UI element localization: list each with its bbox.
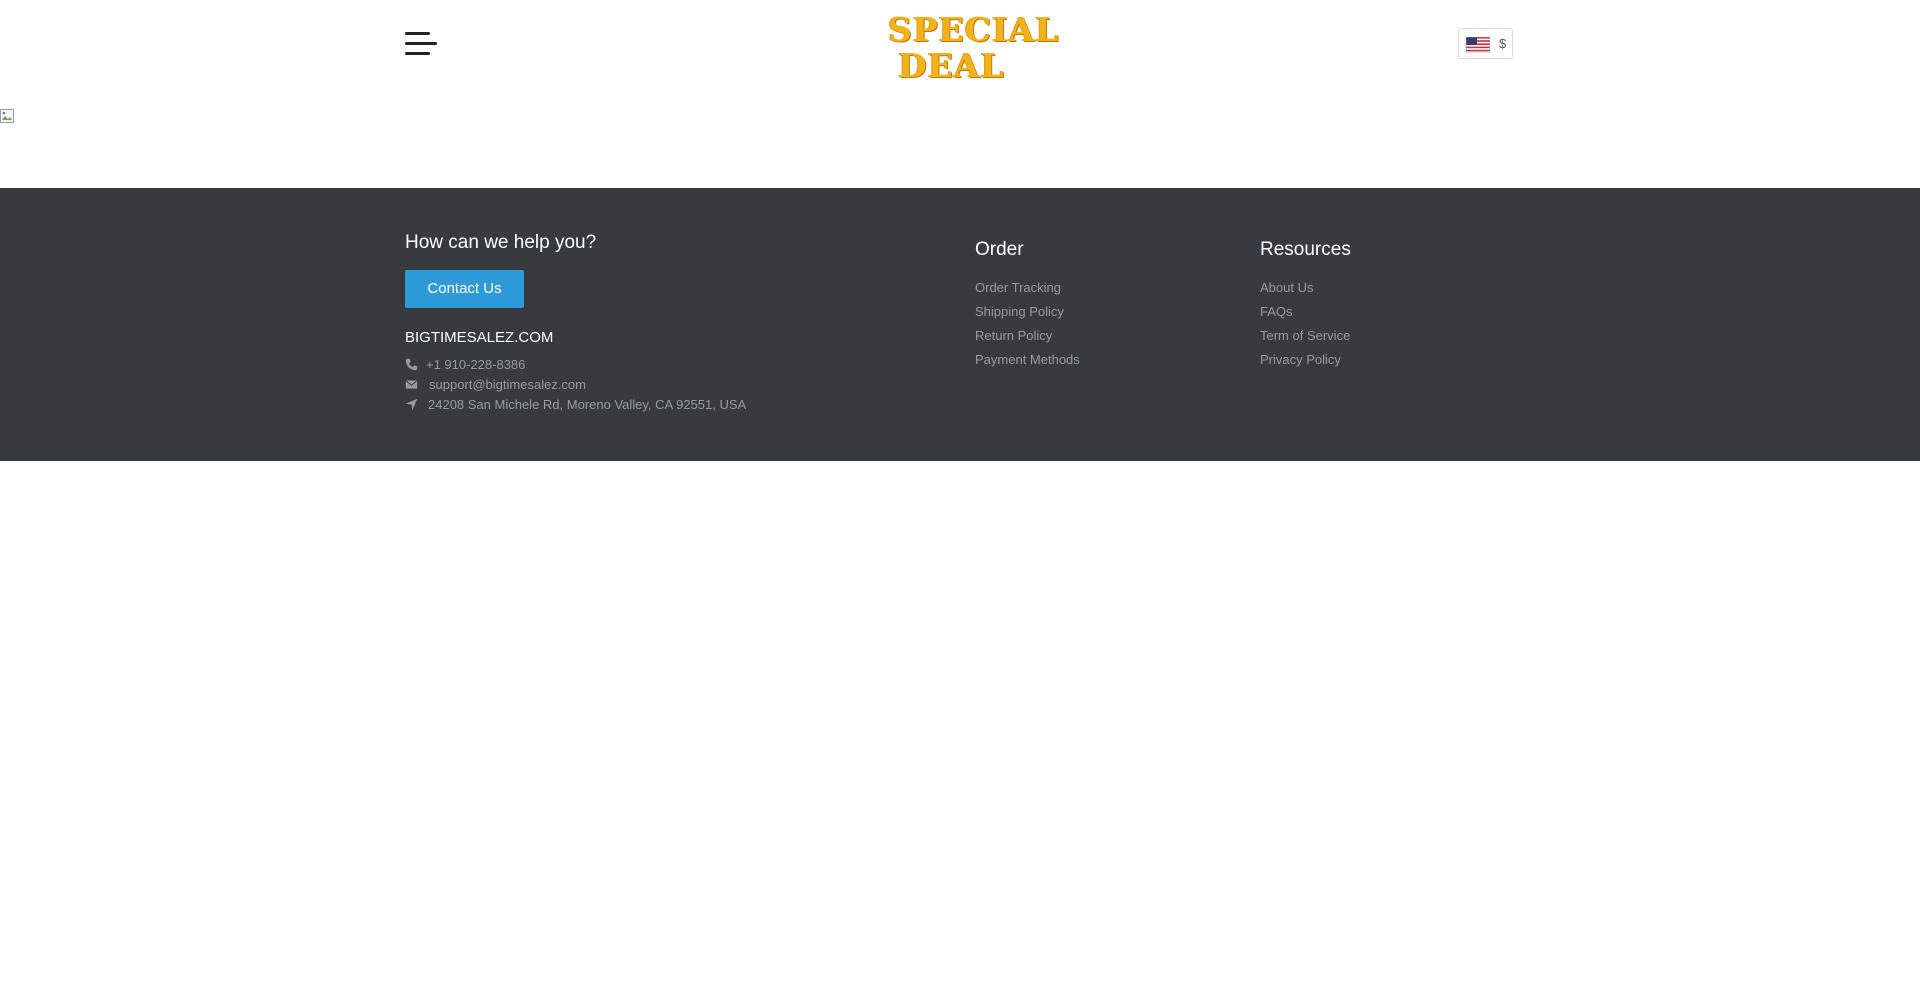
currency-selector[interactable]: $ xyxy=(1458,28,1513,59)
phone-text: +1 910-228-8386 xyxy=(426,357,526,372)
shipping-policy-link[interactable]: Shipping Policy xyxy=(975,304,1064,319)
address-text: 24208 San Michele Rd, Moreno Valley, CA … xyxy=(428,397,747,412)
site-footer: How can we help you? Contact Us BIGTIMES… xyxy=(0,188,1920,461)
logo-line-1: SPECIAL xyxy=(888,10,1060,49)
site-name: BIGTIMESALEZ.COM xyxy=(405,329,554,346)
help-heading: How can we help you? xyxy=(405,232,597,253)
phone-icon xyxy=(405,358,418,371)
payment-methods-link[interactable]: Payment Methods xyxy=(975,352,1080,367)
order-heading: Order xyxy=(975,239,1024,260)
terms-of-service-link[interactable]: Term of Service xyxy=(1260,328,1350,343)
logo-line-2: DEAL xyxy=(898,46,1005,85)
hamburger-menu-icon[interactable] xyxy=(402,28,438,62)
currency-symbol: $ xyxy=(1499,36,1507,51)
about-us-link[interactable]: About Us xyxy=(1260,280,1313,295)
us-flag-icon xyxy=(1466,37,1490,53)
site-logo[interactable]: SPECIAL DEAL xyxy=(888,6,1058,86)
site-header: SPECIAL DEAL $ xyxy=(0,0,1920,95)
privacy-policy-link[interactable]: Privacy Policy xyxy=(1260,352,1341,367)
envelope-icon xyxy=(405,380,418,389)
order-tracking-link[interactable]: Order Tracking xyxy=(975,280,1061,295)
contact-us-button[interactable]: Contact Us xyxy=(405,270,524,308)
resources-heading: Resources xyxy=(1260,239,1351,260)
location-arrow-icon xyxy=(405,398,418,411)
faqs-link[interactable]: FAQs xyxy=(1260,304,1293,319)
email-text: support@bigtimesalez.com xyxy=(429,377,586,392)
broken-image-icon xyxy=(0,109,14,123)
return-policy-link[interactable]: Return Policy xyxy=(975,328,1052,343)
